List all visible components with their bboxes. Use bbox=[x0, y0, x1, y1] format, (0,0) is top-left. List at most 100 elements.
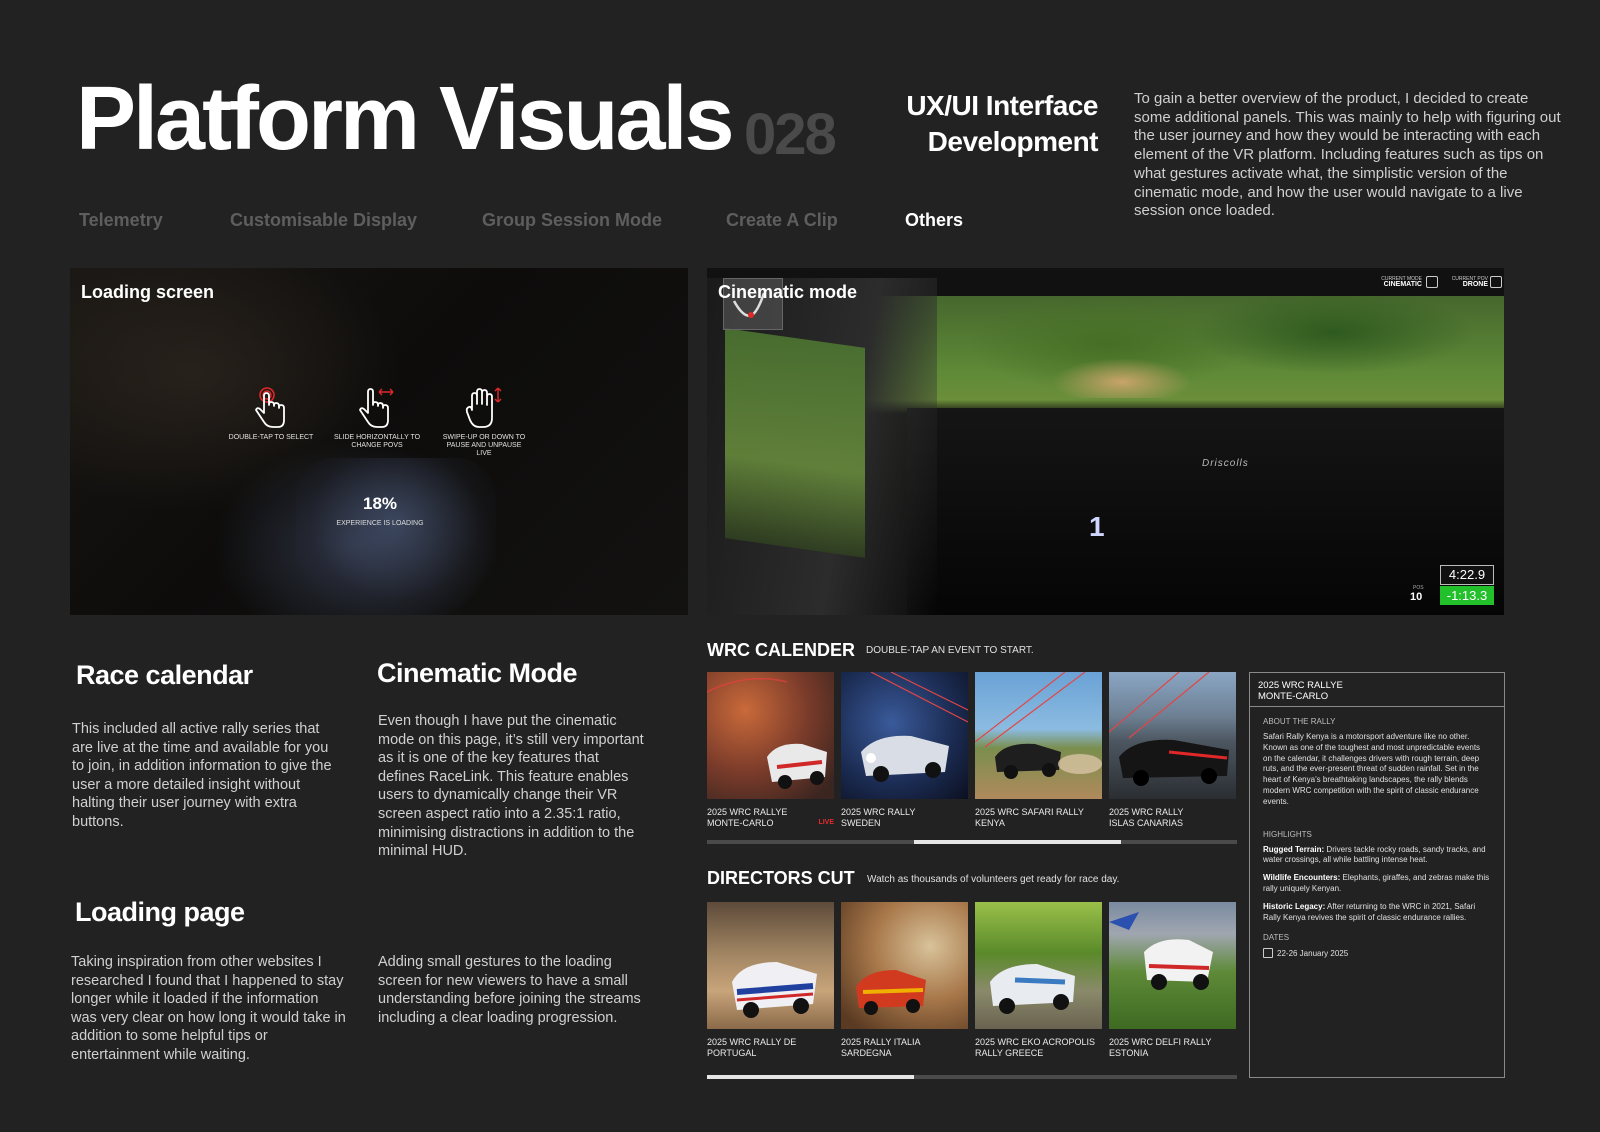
tab-telemetry[interactable]: Telemetry bbox=[79, 210, 163, 231]
current-pov-value: DRONE bbox=[1462, 281, 1488, 288]
video-thumbnail bbox=[841, 902, 968, 1029]
swipe-vertical-icon bbox=[465, 387, 502, 428]
gesture-swipe-vertical: SWIPE-UP OR DOWN TO PAUSE AND UNPAUSE LI… bbox=[439, 386, 529, 458]
dates-heading: DATES bbox=[1263, 933, 1290, 943]
calendar-scrollbar[interactable] bbox=[707, 840, 1237, 844]
video-caption: 2025 WRC EKO ACROPOLIS RALLY GREECE bbox=[975, 1037, 1102, 1058]
event-name-line1: 2025 WRC RALLY bbox=[841, 807, 916, 817]
drone-pov-icon[interactable] bbox=[1490, 276, 1502, 288]
calendar-scrollbar-thumb[interactable] bbox=[914, 840, 1121, 844]
section-nav: Telemetry Customisable Display Group Ses… bbox=[79, 210, 979, 236]
loading-screen-panel: Loading screen DOUBLE-TAP TO SELECT SLID… bbox=[70, 268, 688, 615]
gesture-slide-horizontal: SLIDE HORIZONTALLY TO CHANGE POVS bbox=[332, 386, 422, 450]
stage-timer: 4:22.9 bbox=[1440, 565, 1494, 585]
highlight-item: Rugged Terrain: Drivers tackle rocky roa… bbox=[1263, 845, 1491, 867]
highlight-item: Historic Legacy: After returning to the … bbox=[1263, 902, 1491, 924]
event-caption: 2025 WRC SAFARI RALLY KENYA bbox=[975, 807, 1102, 828]
double-tap-icon bbox=[255, 387, 285, 428]
event-details-title-line1: 2025 WRC RALLYE bbox=[1258, 680, 1343, 691]
tab-create-a-clip[interactable]: Create A Clip bbox=[726, 210, 838, 231]
subtitle-line-1: UX/UI Interface bbox=[906, 90, 1098, 121]
loading-page-text: Taking inspiration from other websites I… bbox=[71, 954, 346, 1063]
highlight-label: Rugged Terrain: bbox=[1263, 844, 1325, 854]
video-name-line1: 2025 WRC EKO ACROPOLIS bbox=[975, 1037, 1096, 1047]
gear-indicator: 1 bbox=[1089, 511, 1105, 542]
calendar-event-card[interactable]: 2025 WRC SAFARI RALLY KENYA bbox=[975, 672, 1102, 828]
video-name-line1: 2025 WRC RALLY DE bbox=[707, 1037, 797, 1047]
tab-others[interactable]: Others bbox=[905, 210, 963, 231]
video-name-line2: RALLY GREECE bbox=[975, 1047, 1044, 1058]
dates-row: 22-26 January 2025 bbox=[1263, 948, 1491, 960]
loading-status: EXPERIENCE IS LOADING bbox=[336, 520, 424, 527]
dirt-road bbox=[1052, 358, 1192, 398]
event-thumbnail bbox=[707, 672, 834, 799]
event-details-panel: 2025 WRC RALLYE MONTE-CARLO ABOUT THE RA… bbox=[1249, 672, 1505, 1078]
video-thumbnail bbox=[1109, 902, 1236, 1029]
rally-car-image bbox=[861, 672, 968, 782]
directors-cut-title: DIRECTORS CUT bbox=[707, 868, 855, 888]
dashboard-brand: Driscolls bbox=[1202, 458, 1249, 469]
video-caption: 2025 WRC RALLY DE PORTUGAL bbox=[707, 1037, 834, 1058]
about-text: Safari Rally Kenya is a motorsport adven… bbox=[1263, 732, 1481, 806]
cinematic-mode-heading: Cinematic Mode bbox=[377, 658, 578, 688]
tab-customisable-display[interactable]: Customisable Display bbox=[230, 210, 417, 231]
rally-car-image bbox=[707, 677, 827, 789]
car-background-image bbox=[296, 458, 496, 615]
loading-screen-label: Loading screen bbox=[81, 282, 215, 302]
current-pov-indicator: CURRENT POV DRONE bbox=[1442, 276, 1488, 288]
event-details-title-line2: MONTE-CARLO bbox=[1258, 691, 1329, 702]
rally-car-image bbox=[1109, 912, 1213, 990]
video-thumbnail bbox=[975, 902, 1102, 1029]
video-name-line2: ESTONIA bbox=[1109, 1047, 1149, 1058]
rally-car-image bbox=[1109, 672, 1229, 786]
directors-cut-card[interactable]: 2025 WRC RALLY DE PORTUGAL bbox=[707, 902, 834, 1058]
loading-page-heading: Loading page bbox=[75, 897, 245, 927]
cinematic-mode-panel: Driscolls 1 Cinematic mode CURRENT MODE … bbox=[707, 268, 1504, 615]
calendar-event-card[interactable]: 2025 WRC RALLY ISLAS CANARIAS bbox=[1109, 672, 1236, 828]
current-mode-indicator: CURRENT MODE CINEMATIC bbox=[1362, 276, 1422, 288]
gestures-text: Adding small gestures to the loading scr… bbox=[378, 954, 641, 1026]
calendar-event-card[interactable]: 2025 WRC RALLY SWEDEN bbox=[841, 672, 968, 828]
event-details-body: ABOUT THE RALLY Safari Rally Kenya is a … bbox=[1250, 707, 1504, 970]
event-name-line1: 2025 WRC RALLYE bbox=[707, 807, 788, 817]
slide-horizontal-icon bbox=[359, 388, 394, 428]
time-delta: -1:13.3 bbox=[1440, 586, 1494, 605]
rally-car-image bbox=[990, 964, 1075, 1014]
rally-car-image bbox=[856, 970, 926, 1015]
calendar-event-card[interactable]: 2025 WRC RALLYE MONTE-CARLO LIVE bbox=[707, 672, 834, 828]
gesture-slide-horizontal-label: SLIDE HORIZONTALLY TO CHANGE POVS bbox=[333, 434, 421, 449]
dates-value: 22-26 January 2025 bbox=[1277, 949, 1349, 959]
video-caption: 2025 WRC DELFI RALLY ESTONIA bbox=[1109, 1037, 1236, 1058]
highlights-heading: HIGHLIGHTS bbox=[1263, 829, 1312, 839]
directors-cut-hint: Watch as thousands of volunteers get rea… bbox=[867, 874, 1120, 885]
live-badge: LIVE bbox=[818, 819, 834, 826]
directors-cut-card[interactable]: 2025 RALLY ITALIA SARDEGNA bbox=[841, 902, 968, 1058]
subtitle-line-2: Development bbox=[927, 126, 1099, 157]
video-name-line2: SARDEGNA bbox=[841, 1047, 892, 1058]
rally-car-image bbox=[732, 962, 817, 1018]
about-heading: ABOUT THE RALLY bbox=[1263, 717, 1336, 726]
event-thumbnail bbox=[975, 672, 1102, 799]
cinematic-mode-text: Even though I have put the cinematic mod… bbox=[378, 713, 644, 860]
side-window bbox=[725, 328, 865, 558]
video-caption: 2025 RALLY ITALIA SARDEGNA bbox=[841, 1037, 968, 1058]
video-name-line1: 2025 WRC DELFI RALLY bbox=[1109, 1037, 1212, 1047]
tab-group-session-mode[interactable]: Group Session Mode bbox=[482, 210, 662, 231]
page-title: Platform Visuals bbox=[76, 69, 735, 169]
event-name-line2: ISLAS CANARIAS bbox=[1109, 817, 1184, 828]
event-thumbnail bbox=[1109, 672, 1236, 799]
directors-cut-card[interactable]: 2025 WRC DELFI RALLY ESTONIA bbox=[1109, 902, 1236, 1058]
event-caption: 2025 WRC RALLYE MONTE-CARLO bbox=[707, 807, 834, 828]
event-name-line2: KENYA bbox=[975, 817, 1005, 828]
directors-cut-card[interactable]: 2025 WRC EKO ACROPOLIS RALLY GREECE bbox=[975, 902, 1102, 1058]
race-calendar-text: This included all active rally series th… bbox=[72, 721, 332, 830]
video-name-line1: 2025 RALLY ITALIA bbox=[841, 1037, 921, 1047]
page-subtitle: UX/UI Interface Development bbox=[870, 88, 1098, 160]
directors-cut-scrollbar-thumb[interactable] bbox=[707, 1075, 914, 1079]
wrc-calendar-hint: DOUBLE-TAP AN EVENT TO START. bbox=[866, 645, 1034, 656]
video-name-line2: PORTUGAL bbox=[707, 1047, 757, 1058]
current-mode-value: CINEMATIC bbox=[1383, 281, 1422, 288]
camera-mode-icon[interactable] bbox=[1426, 276, 1438, 288]
gesture-double-tap: DOUBLE-TAP TO SELECT bbox=[226, 386, 316, 442]
directors-cut-scrollbar[interactable] bbox=[707, 1075, 1237, 1079]
